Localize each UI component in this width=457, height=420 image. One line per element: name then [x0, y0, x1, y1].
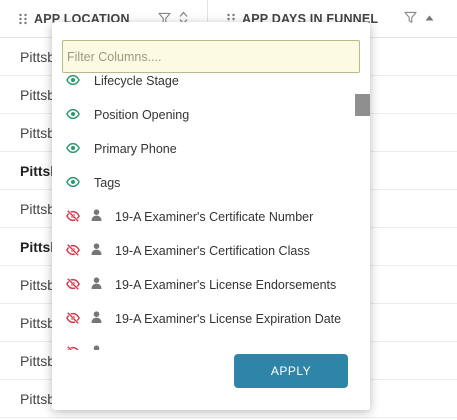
eye-slash-icon[interactable]	[66, 345, 80, 350]
sort-ascending-icon[interactable]	[425, 14, 434, 22]
person-icon	[91, 243, 102, 258]
drag-handle-icon[interactable]	[18, 13, 28, 25]
eye-icon[interactable]	[66, 175, 80, 192]
column-option-label: 19-A Examiner's License Expiration Date	[115, 312, 342, 326]
apply-button[interactable]: APPLY	[234, 354, 348, 388]
filter-icon[interactable]	[404, 11, 417, 24]
column-option-label: 19-A Examiner's Certification Class	[115, 244, 310, 258]
eye-slash-icon[interactable]	[66, 209, 80, 226]
scrollbar-thumb[interactable]	[355, 94, 370, 116]
person-icon	[91, 311, 102, 326]
column-list[interactable]: Lifecycle Stage Position Opening Primary P…	[52, 67, 370, 350]
column-option[interactable]: Position Opening	[52, 98, 352, 132]
column-option[interactable]: Primary Phone	[52, 132, 352, 166]
eye-icon[interactable]	[66, 141, 80, 158]
column-option[interactable]: 19-A Examiner's Certificate Number	[52, 200, 352, 234]
person-icon	[91, 277, 102, 292]
column-option[interactable]: 19-A Examiner's License Endorsements	[52, 268, 352, 302]
column-option-label: Lifecycle Stage	[94, 74, 179, 88]
column-option[interactable]: 19-A Examiner's Certification Class	[52, 234, 352, 268]
column-option-label: Position Opening	[94, 108, 190, 122]
eye-slash-icon[interactable]	[66, 243, 80, 260]
column-option[interactable]: 19-A Examiner's License Expiration Date	[52, 302, 352, 336]
person-icon	[91, 345, 102, 350]
column-option-label: Tags	[94, 176, 121, 190]
column-option[interactable]: Tags	[52, 166, 352, 200]
column-option-label: 19-A Examiner's License Endorsements	[115, 278, 337, 292]
column-option-label: 19-A Examiner's Certificate Number	[115, 210, 314, 224]
eye-icon[interactable]	[66, 73, 80, 90]
eye-icon[interactable]	[66, 107, 80, 124]
column-option[interactable]: Lifecycle Stage	[52, 67, 352, 98]
column-picker-popup: Lifecycle Stage Position Opening Primary P…	[52, 22, 370, 410]
eye-slash-icon[interactable]	[66, 311, 80, 328]
eye-slash-icon[interactable]	[66, 277, 80, 294]
column-option-label: Primary Phone	[94, 142, 177, 156]
column-option[interactable]	[52, 336, 352, 350]
person-icon	[91, 209, 102, 224]
